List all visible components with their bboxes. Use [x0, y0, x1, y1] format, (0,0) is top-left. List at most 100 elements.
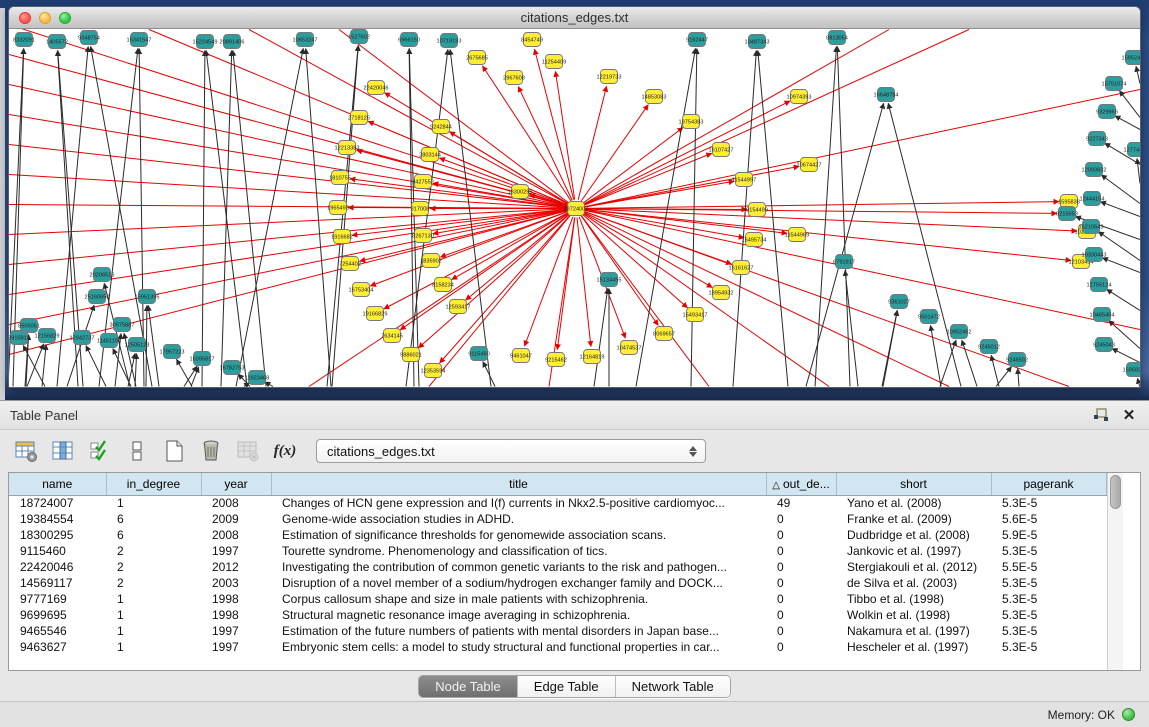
table-row[interactable]: 969969511998Structural magnetic resonanc…: [9, 607, 1106, 623]
delete-table-icon[interactable]: [199, 439, 223, 463]
network-window-titlebar[interactable]: citations_edges.txt: [9, 7, 1140, 29]
table-row[interactable]: 911546021997Tourette syndrome. Phenomeno…: [9, 543, 1106, 559]
graph-edge[interactable]: [176, 359, 192, 386]
network-canvas[interactable]: 1872400722420046271812612213383181075519…: [9, 29, 1140, 387]
graph-edge[interactable]: [433, 210, 567, 234]
table-row[interactable]: 2242004622012Investigating the contribut…: [9, 559, 1106, 575]
graph-edge[interactable]: [339, 30, 569, 204]
graph-edge[interactable]: [1119, 91, 1140, 118]
graph-edge[interactable]: [535, 49, 574, 200]
graph-edge[interactable]: [585, 202, 1059, 209]
table-row[interactable]: 977716911998Corpus callosum shape and si…: [9, 591, 1106, 607]
graph-edge[interactable]: [202, 50, 205, 386]
tab-node-table[interactable]: Node Table: [419, 676, 518, 697]
graph-edge[interactable]: [577, 217, 591, 346]
column-header-name[interactable]: name: [9, 473, 106, 495]
graph-edge[interactable]: [584, 153, 711, 205]
graph-edge[interactable]: [555, 71, 574, 199]
graph-edge[interactable]: [233, 50, 266, 386]
graph-edge[interactable]: [409, 48, 419, 386]
graph-edge[interactable]: [139, 48, 144, 386]
graph-edge[interactable]: [758, 50, 788, 386]
table-options-icon[interactable]: [14, 439, 38, 463]
show-column-icon[interactable]: [51, 439, 75, 463]
graph-edge[interactable]: [557, 217, 575, 349]
graph-edge[interactable]: [9, 115, 567, 208]
node-table[interactable]: namein_degreeyeartitle△out_de...shortpag…: [9, 473, 1107, 655]
table-selector-dropdown[interactable]: citations_edges.txt: [316, 439, 706, 463]
graph-edge[interactable]: [888, 103, 961, 386]
graph-edge[interactable]: [594, 288, 608, 386]
graph-edge[interactable]: [9, 209, 567, 264]
graph-edge[interactable]: [221, 50, 232, 386]
column-header-out_de[interactable]: △out_de...: [766, 473, 836, 495]
graph-edge[interactable]: [368, 121, 567, 205]
graph-edge[interactable]: [1137, 158, 1140, 183]
graph-edge[interactable]: [9, 210, 567, 295]
graph-edge[interactable]: [585, 166, 799, 206]
graph-edge[interactable]: [1112, 349, 1140, 363]
import-table-icon[interactable]: [236, 439, 260, 463]
table-row[interactable]: 1830029562008Estimation of significance …: [9, 527, 1106, 543]
graph-edge[interactable]: [1107, 289, 1140, 310]
graph-edge[interactable]: [585, 90, 1140, 207]
graph-edge[interactable]: [585, 209, 1057, 214]
close-panel-icon[interactable]: ✕: [1119, 406, 1139, 424]
function-builder-icon[interactable]: f(x): [273, 439, 297, 463]
column-header-year[interactable]: year: [201, 473, 271, 495]
graph-edge[interactable]: [332, 45, 358, 386]
graph-edge[interactable]: [585, 209, 1071, 260]
graph-edge[interactable]: [806, 103, 884, 386]
select-columns-icon[interactable]: [88, 439, 112, 463]
graph-edge[interactable]: [236, 48, 303, 386]
scrollbar-thumb[interactable]: [1110, 475, 1121, 509]
graph-edge[interactable]: [9, 145, 567, 208]
graph-edge[interactable]: [9, 175, 567, 208]
graph-edge[interactable]: [406, 49, 448, 386]
graph-edge[interactable]: [1136, 66, 1140, 83]
graph-edge[interactable]: [583, 214, 688, 307]
graph-edge[interactable]: [9, 210, 567, 324]
graph-edge[interactable]: [583, 128, 683, 204]
graph-edge[interactable]: [845, 270, 858, 386]
column-header-title[interactable]: title: [271, 473, 766, 495]
table-row[interactable]: 1456911722003Disruption of a novel membe…: [9, 575, 1106, 591]
graph-edge[interactable]: [585, 209, 1077, 231]
graph-edge[interactable]: [1115, 116, 1140, 130]
graph-edge[interactable]: [691, 48, 697, 386]
new-table-icon[interactable]: [162, 439, 186, 463]
graph-edge[interactable]: [996, 367, 1011, 387]
graph-edge[interactable]: [9, 211, 567, 355]
graph-edge[interactable]: [249, 30, 568, 205]
graph-edge[interactable]: [962, 340, 977, 386]
table-row[interactable]: 946554611997Estimation of the future num…: [9, 623, 1106, 639]
graph-edge[interactable]: [452, 213, 569, 280]
graph-edge[interactable]: [815, 46, 836, 386]
graph-edge[interactable]: [135, 353, 137, 386]
graph-edge[interactable]: [1100, 202, 1140, 217]
graph-edge[interactable]: [584, 30, 969, 205]
graph-edge[interactable]: [1101, 175, 1140, 204]
graph-edge[interactable]: [128, 353, 135, 386]
tab-edge-table[interactable]: Edge Table: [518, 676, 616, 697]
graph-edge[interactable]: [466, 214, 569, 300]
graph-edge[interactable]: [1102, 258, 1140, 273]
table-row[interactable]: 1938455462009Genome-wide association stu…: [9, 511, 1106, 527]
graph-edge[interactable]: [931, 325, 941, 386]
graph-edge[interactable]: [42, 344, 46, 386]
graph-edge[interactable]: [1137, 378, 1140, 387]
column-header-short[interactable]: short: [836, 473, 991, 495]
graph-edge[interactable]: [581, 216, 658, 325]
graph-edge[interactable]: [837, 46, 850, 386]
graph-edge[interactable]: [940, 340, 956, 386]
float-panel-icon[interactable]: [1091, 406, 1111, 424]
graph-edge[interactable]: [67, 305, 94, 386]
table-row[interactable]: 946362711997Embryonic stem cells: a mode…: [9, 639, 1106, 655]
graph-edge[interactable]: [409, 48, 414, 386]
column-header-in_degree[interactable]: in_degree: [106, 473, 201, 495]
graph-edge[interactable]: [525, 217, 573, 346]
graph-edge[interactable]: [578, 86, 606, 200]
table-vertical-scrollbar[interactable]: [1107, 473, 1123, 670]
graph-edge[interactable]: [483, 362, 495, 387]
graph-edge[interactable]: [370, 212, 567, 286]
